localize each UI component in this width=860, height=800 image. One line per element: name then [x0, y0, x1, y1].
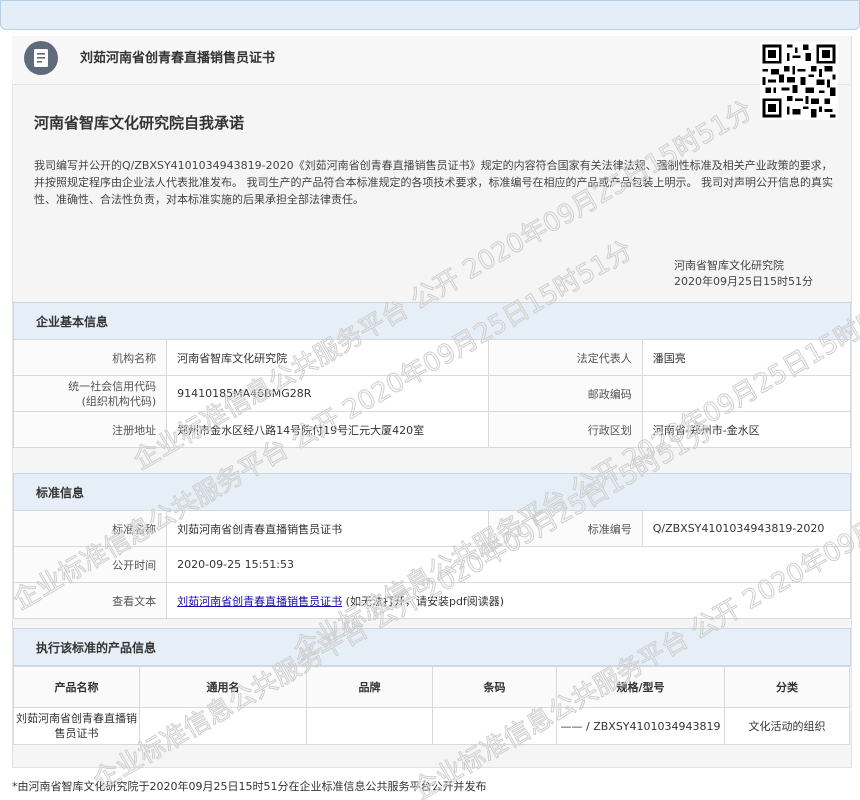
- column-header: 条码: [432, 666, 557, 708]
- products-section-title: 执行该标准的产品信息: [36, 641, 157, 655]
- org-name-value: 河南省智库文化研究院: [166, 339, 489, 376]
- column-header: 品牌: [306, 666, 433, 708]
- table-row: 统一社会信用代码 (组织机构代码) 91410185MA46BMG28R 邮政编…: [12, 375, 852, 412]
- table-header-row: 产品名称 通用名 品牌 条码 规格/型号 分类: [13, 666, 850, 708]
- document-icon: [24, 41, 58, 75]
- view-text-label: 查看文本: [12, 582, 168, 619]
- pdf-note: (如无法打开，请安装pdf阅读器): [345, 594, 505, 608]
- signature-date: 2020年09月25日15时51分: [674, 275, 813, 288]
- region-value: 河南省-郑州市-金水区: [641, 411, 852, 448]
- table-row: 注册地址 郑州市金水区经八路14号院付19号汇元大厦420室 行政区划 河南省-…: [12, 411, 852, 448]
- view-text-cell: 刘茹河南省创青春直播销售员证书 (如无法打开，请安装pdf阅读器): [166, 582, 851, 619]
- company-section-header: 企业基本信息: [13, 302, 851, 340]
- address-label: 注册地址: [12, 411, 168, 448]
- column-header: 产品名称: [13, 666, 140, 708]
- category-cell: 文化活动的组织: [724, 707, 850, 745]
- standard-section-title: 标准信息: [36, 486, 85, 500]
- column-header: 通用名: [139, 666, 307, 708]
- standard-info-table: 标准名称 刘茹河南省创青春直播销售员证书 标准编号 Q/ZBXSY4101034…: [12, 510, 852, 619]
- qr-code-icon[interactable]: [760, 42, 838, 120]
- company-info-table: 机构名称 河南省智库文化研究院 法定代表人 潘国亮 统一社会信用代码 (组织机构…: [12, 339, 852, 448]
- products-table: 产品名称 通用名 品牌 条码 规格/型号 分类 刘茹河南省创青春直播销售员证书 …: [13, 666, 850, 745]
- table-row: 刘茹河南省创青春直播销售员证书 —— / ZBXSY4101034943819 …: [13, 707, 850, 745]
- address-value: 郑州市金水区经八路14号院付19号汇元大厦420室: [166, 411, 489, 448]
- postcode-value: [641, 375, 852, 412]
- legal-rep-label: 法定代表人: [487, 339, 643, 376]
- org-name-label: 机构名称: [12, 339, 168, 376]
- standard-pdf-link[interactable]: 刘茹河南省创青春直播销售员证书: [177, 595, 342, 608]
- table-row: 机构名称 河南省智库文化研究院 法定代表人 潘国亮: [12, 339, 852, 376]
- page-title: 刘茹河南省创青春直播销售员证书: [80, 51, 276, 66]
- barcode-cell: [432, 707, 557, 745]
- generic-name-cell: [139, 707, 307, 745]
- spec-model-cell: —— / ZBXSY4101034943819: [556, 707, 725, 745]
- credit-code-label-line1: 统一社会信用代码: [68, 379, 157, 393]
- standard-number-value: Q/ZBXSY4101034943819-2020: [641, 510, 852, 547]
- commitment-title: 河南省智库文化研究院自我承诺: [34, 114, 245, 132]
- standard-name-value: 刘茹河南省创青春直播销售员证书: [166, 510, 489, 547]
- products-section-header: 执行该标准的产品信息: [13, 628, 851, 666]
- standard-name-label: 标准名称: [12, 510, 168, 547]
- credit-code-label-line2: (组织机构代码): [81, 394, 157, 408]
- commitment-text: 我司编写并公开的Q/ZBXSY4101034943819-2020《刘茹河南省创…: [34, 159, 833, 206]
- standard-number-label: 标准编号: [487, 510, 643, 547]
- table-row: 查看文本 刘茹河南省创青春直播销售员证书 (如无法打开，请安装pdf阅读器): [12, 582, 851, 619]
- brand-cell: [306, 707, 433, 745]
- column-header: 分类: [724, 666, 850, 708]
- standard-section-header: 标准信息: [13, 473, 851, 511]
- region-label: 行政区划: [487, 411, 643, 448]
- postcode-label: 邮政编码: [487, 375, 643, 412]
- column-header: 规格/型号: [556, 666, 725, 708]
- publish-time-value: 2020-09-25 15:51:53: [166, 546, 851, 583]
- publish-time-label: 公开时间: [12, 546, 168, 583]
- legal-rep-value: 潘国亮: [641, 339, 852, 376]
- top-banner: [0, 0, 860, 30]
- table-row: 标准名称 刘茹河南省创青春直播销售员证书 标准编号 Q/ZBXSY4101034…: [12, 510, 852, 547]
- credit-code-value: 91410185MA46BMG28R: [166, 375, 489, 412]
- credit-code-label: 统一社会信用代码 (组织机构代码): [12, 375, 168, 412]
- table-row: 公开时间 2020-09-25 15:51:53: [12, 546, 851, 583]
- product-name-cell: 刘茹河南省创青春直播销售员证书: [13, 707, 140, 745]
- company-section-title: 企业基本信息: [36, 315, 109, 329]
- footer-note: *由河南省智库文化研究院于2020年09月25日15时51分在企业标准信息公共服…: [12, 780, 487, 793]
- signature-org: 河南省智库文化研究院: [674, 259, 784, 272]
